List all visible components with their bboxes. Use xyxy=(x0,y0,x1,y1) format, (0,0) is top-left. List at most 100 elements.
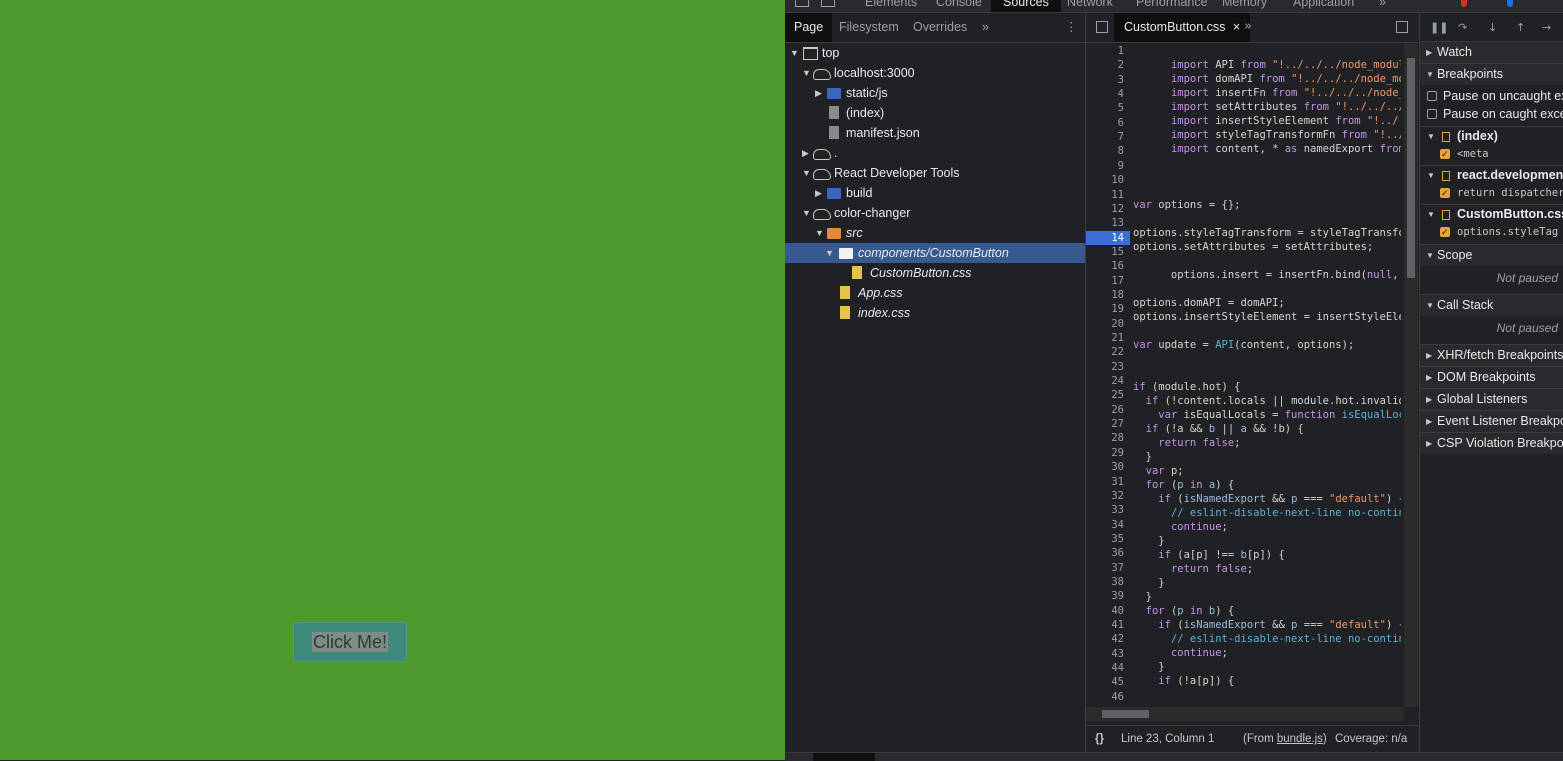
line-number[interactable]: 10 xyxy=(1086,173,1124,187)
tab-sources[interactable]: Sources xyxy=(991,0,1061,12)
line-number[interactable]: 9 xyxy=(1086,159,1124,173)
close-icon[interactable]: × xyxy=(1233,20,1240,34)
click-me-button[interactable]: Click Me! xyxy=(293,622,407,662)
bundle-js-link[interactable]: bundle.js xyxy=(1277,733,1323,745)
tab-network[interactable]: Network xyxy=(1067,0,1113,9)
line-number[interactable]: 8 xyxy=(1086,144,1124,158)
line-number[interactable]: 41 xyxy=(1086,618,1124,632)
line-number[interactable]: 16 xyxy=(1086,259,1124,273)
more-navigator-tabs-icon[interactable]: » xyxy=(982,13,989,42)
line-number[interactable]: 15 xyxy=(1086,245,1124,259)
tree-item-app-css[interactable]: App.css xyxy=(785,283,1085,303)
code-content[interactable]: import API from "!../../../node_modules/… xyxy=(1133,44,1401,707)
line-number[interactable]: 19 xyxy=(1086,302,1124,316)
line-number[interactable]: 2 xyxy=(1086,58,1124,72)
settings-gear-icon[interactable] xyxy=(1545,0,1559,7)
error-count-badge[interactable] xyxy=(1461,0,1467,7)
breakpoints-section[interactable]: ▼ Breakpoints xyxy=(1420,63,1563,85)
line-number[interactable]: 37 xyxy=(1086,561,1124,575)
horizontal-scrollbar[interactable] xyxy=(1086,707,1404,721)
device-toolbar-icon[interactable] xyxy=(821,0,835,7)
watch-section[interactable]: ▶ Watch xyxy=(1420,41,1563,63)
line-number[interactable]: 13 xyxy=(1086,216,1124,230)
line-number[interactable]: 33 xyxy=(1086,503,1124,517)
more-editor-tabs-icon[interactable]: » xyxy=(1244,19,1252,34)
line-number[interactable]: 29 xyxy=(1086,446,1124,460)
line-number[interactable]: 40 xyxy=(1086,604,1124,618)
tab-elements[interactable]: Elements xyxy=(865,0,917,9)
line-number[interactable]: 36 xyxy=(1086,546,1124,560)
tab-performance[interactable]: Performance xyxy=(1136,0,1208,9)
line-number[interactable]: 38 xyxy=(1086,575,1124,589)
xhr-breakpoints-section[interactable]: ▶ XHR/fetch Breakpoints xyxy=(1420,344,1563,366)
pause-uncaught-checkbox[interactable] xyxy=(1427,91,1437,101)
line-number[interactable]: 34 xyxy=(1086,518,1124,532)
line-number[interactable]: 23 xyxy=(1086,360,1124,374)
scope-section[interactable]: ▼ Scope xyxy=(1420,244,1563,266)
line-number[interactable]: 17 xyxy=(1086,274,1124,288)
toggle-debugger-icon[interactable] xyxy=(1396,21,1408,33)
line-number[interactable]: 11 xyxy=(1086,188,1124,202)
line-number[interactable]: 12 xyxy=(1086,202,1124,216)
tab-filesystem[interactable]: Filesystem xyxy=(839,13,899,42)
pause-uncaught-row[interactable]: Pause on uncaught exceptions xyxy=(1420,87,1563,106)
csp-violation-breakpoints-section[interactable]: ▶ CSP Violation Breakpoints xyxy=(1420,432,1563,454)
tree-item-src[interactable]: ▼ src xyxy=(785,223,1085,243)
line-number[interactable]: 45 xyxy=(1086,675,1124,689)
line-number[interactable]: 46 xyxy=(1086,690,1124,704)
pause-caught-checkbox[interactable] xyxy=(1427,109,1437,119)
tab-console[interactable]: Console xyxy=(936,0,982,9)
step-over-icon[interactable]: ↷ xyxy=(1458,21,1467,34)
vertical-scrollbar-thumb[interactable] xyxy=(1407,58,1415,278)
dom-breakpoints-section[interactable]: ▶ DOM Breakpoints xyxy=(1420,366,1563,388)
call-stack-section[interactable]: ▼ Call Stack xyxy=(1420,294,1563,316)
bp-group-custombutton[interactable]: ▼ CustomButton.css xyxy=(1420,204,1563,224)
tree-item-build[interactable]: ▶ build xyxy=(785,183,1085,203)
breakpoint-item[interactable]: options.styleTag xyxy=(1420,223,1563,242)
tree-item-components-custombutton[interactable]: ▼ components/CustomButton xyxy=(785,243,1085,263)
line-number[interactable]: 32 xyxy=(1086,489,1124,503)
line-number[interactable]: 6 xyxy=(1086,116,1124,130)
line-number[interactable]: 31 xyxy=(1086,475,1124,489)
tree-item-index-css[interactable]: index.css xyxy=(785,303,1085,323)
tree-item-react-devtools[interactable]: ▼ React Developer Tools xyxy=(785,163,1085,183)
line-number[interactable]: 26 xyxy=(1086,403,1124,417)
step-into-icon[interactable]: ↓ xyxy=(1488,21,1497,34)
breakpoint-checkbox[interactable] xyxy=(1440,184,1450,203)
tab-application[interactable]: Application xyxy=(1293,0,1354,9)
tree-item-static-js[interactable]: ▶ static/js xyxy=(785,83,1085,103)
line-number[interactable]: 42 xyxy=(1086,632,1124,646)
breakpoint-line-number[interactable]: 14 xyxy=(1086,230,1130,245)
line-number[interactable]: 27 xyxy=(1086,417,1124,431)
line-number[interactable]: 4 xyxy=(1086,87,1124,101)
bp-group-index[interactable]: ▼ (index) xyxy=(1420,126,1563,146)
tab-page[interactable]: Page xyxy=(785,13,833,42)
pause-icon[interactable]: ❚❚ xyxy=(1430,21,1448,34)
line-number[interactable]: 20 xyxy=(1086,317,1124,331)
bp-group-react[interactable]: ▼ react.development.js xyxy=(1420,165,1563,185)
step-icon[interactable]: → xyxy=(1542,21,1551,34)
pause-caught-row[interactable]: Pause on caught exceptions xyxy=(1420,105,1563,124)
breakpoint-item[interactable]: return dispatcher xyxy=(1420,184,1563,203)
tab-memory[interactable]: Memory xyxy=(1222,0,1267,9)
tree-item-dot[interactable]: ▶ . xyxy=(785,143,1085,163)
breakpoint-checkbox[interactable] xyxy=(1440,145,1450,164)
line-number[interactable]: 24 xyxy=(1086,374,1124,388)
toggle-navigator-icon[interactable] xyxy=(1096,21,1108,33)
editor-tab-custombutton-css[interactable]: CustomButton.css × xyxy=(1114,13,1251,42)
line-number[interactable]: 28 xyxy=(1086,431,1124,445)
event-listener-breakpoints-section[interactable]: ▶ Event Listener Breakpoints xyxy=(1420,410,1563,432)
line-number[interactable]: 44 xyxy=(1086,661,1124,675)
tree-item-top[interactable]: ▼ top xyxy=(785,43,1085,63)
line-number[interactable]: 5 xyxy=(1086,101,1124,115)
line-number[interactable]: 39 xyxy=(1086,589,1124,603)
line-number[interactable]: 7 xyxy=(1086,130,1124,144)
breakpoint-item[interactable]: <meta xyxy=(1420,145,1563,164)
more-tabs-icon[interactable]: » xyxy=(1379,0,1386,9)
global-listeners-section[interactable]: ▶ Global Listeners xyxy=(1420,388,1563,410)
breakpoint-checkbox[interactable] xyxy=(1440,223,1450,242)
line-number[interactable]: 35 xyxy=(1086,532,1124,546)
line-number-gutter[interactable]: 1 2 3 4 5 6 7 8 9 10 11 12 13 14 15 16 17 18 19 20 21 22 23 24 2… xyxy=(1086,44,1130,707)
line-number[interactable]: 30 xyxy=(1086,460,1124,474)
pretty-print-icon[interactable]: {} xyxy=(1095,726,1104,752)
